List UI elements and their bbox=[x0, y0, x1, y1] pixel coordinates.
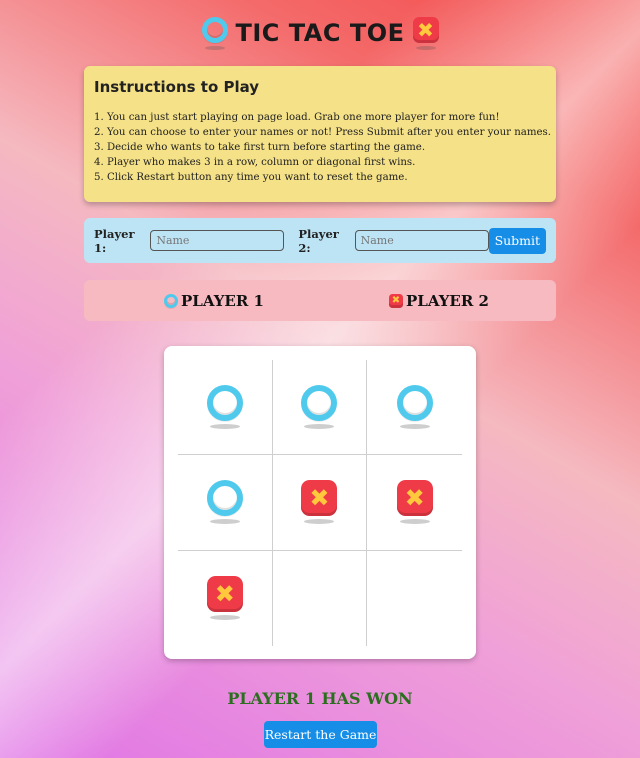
player2-indicator: ✖ PLAYER 2 bbox=[389, 280, 489, 321]
board-cell[interactable]: ✖ bbox=[272, 455, 368, 551]
player2-name-input[interactable] bbox=[354, 230, 489, 251]
instruction-item: 3. Decide who wants to take first turn b… bbox=[94, 142, 426, 153]
instruction-item: 1. You can just start playing on page lo… bbox=[94, 112, 500, 123]
game-status: PLAYER 1 HAS WON bbox=[227, 689, 413, 708]
player1-indicator: PLAYER 1 bbox=[164, 280, 264, 321]
player-name-form: Player 1: Player 2: Submit bbox=[84, 218, 556, 263]
blue-ring-icon bbox=[206, 385, 243, 430]
blue-ring-icon bbox=[396, 385, 433, 430]
board-cell[interactable]: ✖ bbox=[178, 550, 273, 646]
instruction-item: 5. Click Restart button any time you wan… bbox=[94, 172, 408, 183]
red-x-icon: ✖ bbox=[412, 16, 439, 50]
page-title: TIC TAC TOE bbox=[235, 19, 405, 47]
player2-name: PLAYER 2 bbox=[406, 291, 489, 310]
blue-ring-icon bbox=[164, 293, 178, 308]
board-cell[interactable]: ✖ bbox=[367, 455, 462, 551]
scoreboard: PLAYER 1 ✖ PLAYER 2 bbox=[84, 280, 556, 321]
board-grid: ✖ ✖ ✖ bbox=[178, 360, 462, 646]
instructions-panel: Instructions to Play 1. You can just sta… bbox=[84, 66, 556, 202]
instruction-item: 2. You can choose to enter your names or… bbox=[94, 127, 552, 138]
game-board: ✖ ✖ ✖ bbox=[164, 346, 476, 659]
player2-label: Player 2: bbox=[298, 226, 339, 255]
red-x-icon: ✖ bbox=[389, 293, 403, 308]
board-cell[interactable] bbox=[178, 455, 273, 551]
red-x-icon: ✖ bbox=[301, 480, 338, 525]
blue-ring-icon bbox=[201, 16, 228, 50]
instructions-heading: Instructions to Play bbox=[94, 78, 260, 96]
red-x-icon: ✖ bbox=[206, 576, 243, 621]
instruction-item: 4. Player who makes 3 in a row, column o… bbox=[94, 157, 416, 168]
player1-name-input[interactable] bbox=[150, 230, 285, 251]
game-title: TIC TAC TOE ✖ bbox=[0, 13, 640, 53]
board-cell[interactable] bbox=[272, 360, 368, 456]
red-x-icon: ✖ bbox=[396, 480, 433, 525]
board-cell[interactable] bbox=[367, 360, 462, 456]
instructions-list: 1. You can just start playing on page lo… bbox=[94, 110, 552, 185]
submit-button[interactable]: Submit bbox=[488, 227, 547, 254]
board-cell[interactable] bbox=[178, 360, 273, 456]
player1-name: PLAYER 1 bbox=[181, 291, 264, 310]
restart-button[interactable]: Restart the Game bbox=[264, 721, 377, 748]
blue-ring-icon bbox=[301, 385, 338, 430]
board-cell[interactable] bbox=[273, 550, 368, 646]
blue-ring-icon bbox=[206, 480, 243, 525]
board-cell[interactable] bbox=[367, 551, 462, 646]
player1-label: Player 1: bbox=[94, 226, 135, 255]
